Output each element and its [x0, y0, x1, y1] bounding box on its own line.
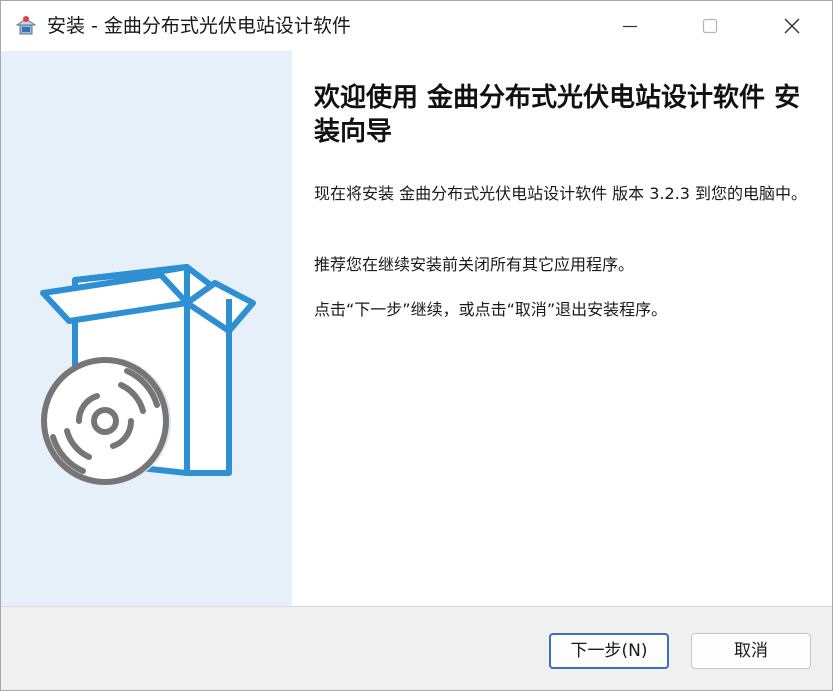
welcome-heading: 欢迎使用 金曲分布式光伏电站设计软件 安装向导	[314, 83, 801, 147]
close-button[interactable]	[752, 1, 832, 51]
instructions-text: 点击“下一步”继续，或点击“取消”退出安装程序。	[314, 300, 668, 319]
maximize-button[interactable]	[670, 1, 750, 51]
next-button[interactable]: 下一步(N)	[549, 633, 669, 669]
close-icon	[784, 18, 800, 34]
wizard-sidebar	[1, 51, 292, 606]
minimize-button[interactable]	[590, 1, 670, 51]
cancel-button[interactable]: 取消	[691, 633, 811, 669]
installer-app-icon	[15, 16, 37, 35]
button-bar: 下一步(N) 取消	[1, 606, 832, 690]
close-apps-text: 推荐您在继续安装前关闭所有其它应用程序。	[314, 255, 635, 274]
wizard-content: 欢迎使用 金曲分布式光伏电站设计软件 安装向导 现在将安装 金曲分布式光伏电站设…	[292, 51, 832, 606]
title-bar[interactable]: 安装 - 金曲分布式光伏电站设计软件	[1, 1, 832, 51]
install-info-text: 现在将安装 金曲分布式光伏电站设计软件 版本 3.2.3 到您的电脑中。	[314, 184, 808, 203]
minimize-icon	[623, 25, 637, 28]
box-with-disc-icon	[40, 264, 256, 485]
maximize-icon	[702, 18, 718, 34]
window-title: 安装 - 金曲分布式光伏电站设计软件	[47, 15, 351, 37]
installer-window: 安装 - 金曲分布式光伏电站设计软件 欢迎使用 金曲分布式光伏电站设计软件 安装…	[0, 0, 833, 691]
